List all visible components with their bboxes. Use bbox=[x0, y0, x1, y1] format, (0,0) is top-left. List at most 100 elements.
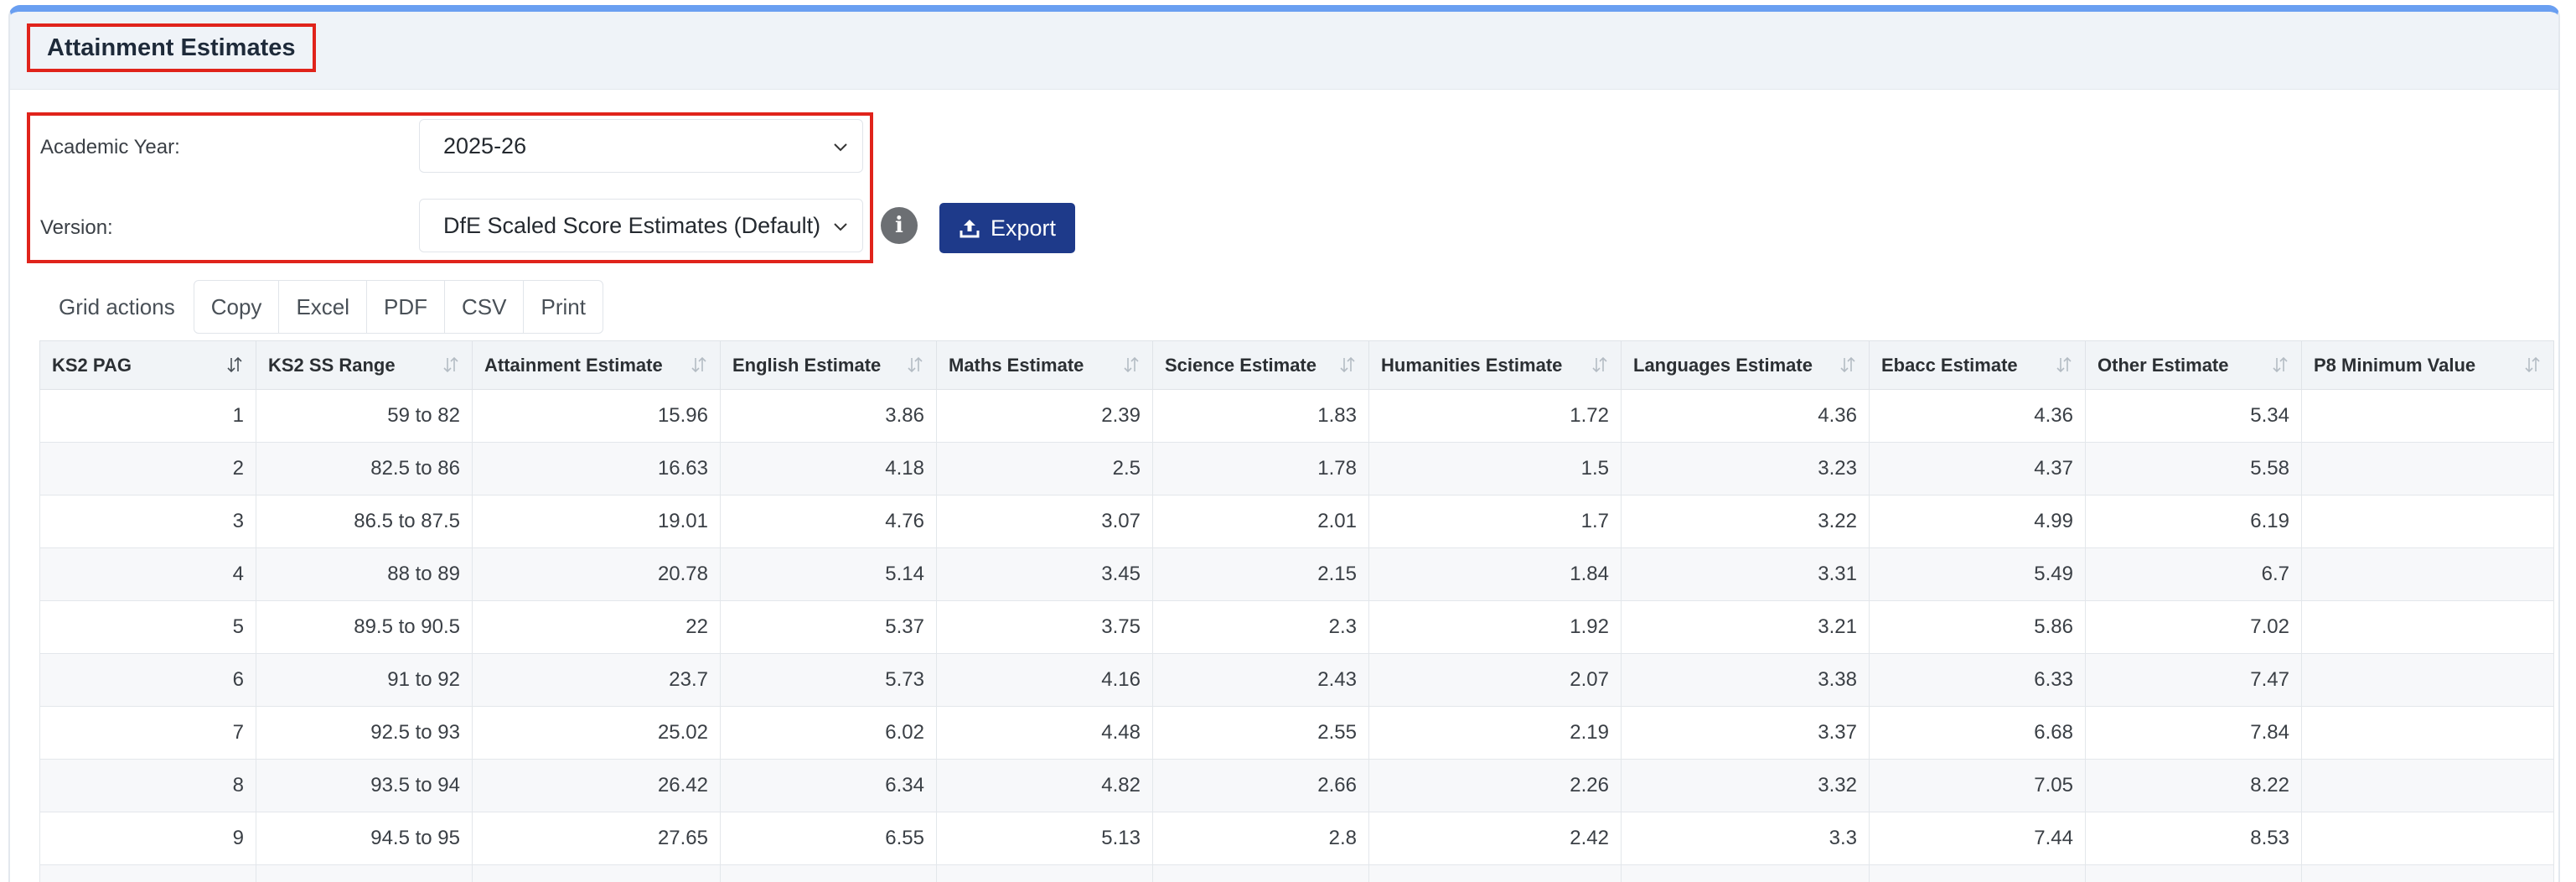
column-header[interactable]: Attainment Estimate bbox=[473, 341, 721, 390]
table-cell: 20.78 bbox=[473, 548, 721, 601]
table-cell: 4.82 bbox=[937, 760, 1153, 812]
table-cell: 3.45 bbox=[937, 548, 1153, 601]
table-cell bbox=[1870, 865, 2086, 882]
sort-icon[interactable] bbox=[2055, 355, 2073, 374]
table-header-row: KS2 PAGKS2 SS Range Attainment Estimate En… bbox=[40, 341, 2554, 390]
info-icon[interactable]: i bbox=[881, 207, 918, 244]
table-cell: 3.37 bbox=[1622, 707, 1870, 760]
column-header[interactable]: English Estimate bbox=[721, 341, 937, 390]
column-header[interactable]: Humanities Estimate bbox=[1369, 341, 1622, 390]
pdf-button[interactable]: PDF bbox=[367, 280, 445, 334]
csv-button[interactable]: CSV bbox=[445, 280, 524, 334]
sort-icon[interactable] bbox=[906, 355, 924, 374]
table-cell: 4.37 bbox=[1870, 443, 2086, 495]
table-cell: 4.36 bbox=[1622, 390, 1870, 443]
table-row[interactable]: 691 to 9223.75.734.162.432.073.386.337.4… bbox=[40, 654, 2554, 707]
table-cell: 19.01 bbox=[473, 495, 721, 548]
column-header[interactable]: Languages Estimate bbox=[1622, 341, 1870, 390]
table-cell: 26.42 bbox=[473, 760, 721, 812]
column-header-label: Maths Estimate bbox=[949, 355, 1084, 376]
column-header[interactable]: KS2 PAG bbox=[40, 341, 256, 390]
table-cell: 7.84 bbox=[2086, 707, 2302, 760]
table-row[interactable]: 488 to 8920.785.143.452.151.843.315.496.… bbox=[40, 548, 2554, 601]
table-row[interactable]: 994.5 to 9527.656.555.132.82.423.37.448.… bbox=[40, 812, 2554, 865]
column-header-label: Attainment Estimate bbox=[484, 355, 663, 376]
table-row[interactable] bbox=[40, 865, 2554, 882]
table-cell: 6.34 bbox=[721, 760, 937, 812]
table-cell: 4.76 bbox=[721, 495, 937, 548]
table-cell: 1.7 bbox=[1369, 495, 1622, 548]
column-header[interactable]: KS2 SS Range bbox=[256, 341, 473, 390]
table-cell: 4.48 bbox=[937, 707, 1153, 760]
table-row[interactable]: 589.5 to 90.5225.373.752.31.923.215.867.… bbox=[40, 601, 2554, 654]
grid-actions-label: Grid actions bbox=[40, 280, 194, 334]
table-cell: 7.47 bbox=[2086, 654, 2302, 707]
sort-ascending-icon[interactable] bbox=[225, 355, 244, 374]
table-cell: 2.19 bbox=[1369, 707, 1622, 760]
column-header[interactable]: Other Estimate bbox=[2086, 341, 2302, 390]
table-cell bbox=[2302, 601, 2554, 654]
table-cell: 6.55 bbox=[721, 812, 937, 865]
table-cell bbox=[2302, 495, 2554, 548]
table-cell: 3.38 bbox=[1622, 654, 1870, 707]
table-cell: 6.02 bbox=[721, 707, 937, 760]
table-cell bbox=[2302, 760, 2554, 812]
sort-icon[interactable] bbox=[2271, 355, 2289, 374]
table-cell: 8 bbox=[40, 760, 256, 812]
sort-icon[interactable] bbox=[1591, 355, 1609, 374]
table-cell bbox=[40, 865, 256, 882]
table-cell: 15.96 bbox=[473, 390, 721, 443]
chevron-down-icon bbox=[832, 138, 849, 155]
print-button[interactable]: Print bbox=[524, 280, 603, 334]
export-button[interactable]: Export bbox=[939, 203, 1075, 253]
table-cell bbox=[473, 865, 721, 882]
table-cell: 3.86 bbox=[721, 390, 937, 443]
table-cell: 3.31 bbox=[1622, 548, 1870, 601]
column-header[interactable]: Maths Estimate bbox=[937, 341, 1153, 390]
table-cell bbox=[2302, 443, 2554, 495]
version-select[interactable]: DfE Scaled Score Estimates (Default) bbox=[419, 199, 863, 252]
table-cell: 2.07 bbox=[1369, 654, 1622, 707]
column-header[interactable]: Science Estimate bbox=[1153, 341, 1369, 390]
attainment-panel: Attainment Estimates Academic Year: 2025… bbox=[8, 5, 2560, 882]
table-cell: 7.44 bbox=[1870, 812, 2086, 865]
chevron-down-icon bbox=[832, 218, 849, 235]
table-cell: 3.75 bbox=[937, 601, 1153, 654]
sort-icon[interactable] bbox=[442, 355, 460, 374]
copy-button[interactable]: Copy bbox=[194, 280, 280, 334]
table-row[interactable]: 159 to 8215.963.862.391.831.724.364.365.… bbox=[40, 390, 2554, 443]
table-cell bbox=[2302, 390, 2554, 443]
table-cell: 7.02 bbox=[2086, 601, 2302, 654]
sort-icon[interactable] bbox=[1839, 355, 1857, 374]
table-cell: 89.5 to 90.5 bbox=[256, 601, 473, 654]
academic-year-select[interactable]: 2025-26 bbox=[419, 119, 863, 173]
column-header-label: Science Estimate bbox=[1165, 355, 1316, 376]
table-cell: 8.22 bbox=[2086, 760, 2302, 812]
sort-icon[interactable] bbox=[1338, 355, 1357, 374]
table-row[interactable]: 893.5 to 9426.426.344.822.662.263.327.05… bbox=[40, 760, 2554, 812]
table-cell: 2.15 bbox=[1153, 548, 1369, 601]
table-cell: 2.66 bbox=[1153, 760, 1369, 812]
academic-year-label: Academic Year: bbox=[40, 136, 180, 159]
table-cell: 4 bbox=[40, 548, 256, 601]
column-header-label: Other Estimate bbox=[2098, 355, 2229, 376]
table-cell bbox=[256, 865, 473, 882]
table-cell bbox=[1153, 865, 1369, 882]
sort-icon[interactable] bbox=[2523, 355, 2542, 374]
table-row[interactable]: 792.5 to 9325.026.024.482.552.193.376.68… bbox=[40, 707, 2554, 760]
table-cell: 6 bbox=[40, 654, 256, 707]
table-cell: 3.21 bbox=[1622, 601, 1870, 654]
excel-button[interactable]: Excel bbox=[279, 280, 367, 334]
table-cell: 4.16 bbox=[937, 654, 1153, 707]
column-header-label: Humanities Estimate bbox=[1381, 355, 1562, 376]
table-row[interactable]: 282.5 to 8616.634.182.51.781.53.234.375.… bbox=[40, 443, 2554, 495]
table-row[interactable]: 386.5 to 87.519.014.763.072.011.73.224.9… bbox=[40, 495, 2554, 548]
table-cell bbox=[1622, 865, 1870, 882]
column-header[interactable]: P8 Minimum Value bbox=[2302, 341, 2554, 390]
table-cell: 23.7 bbox=[473, 654, 721, 707]
table-cell: 25.02 bbox=[473, 707, 721, 760]
table-cell: 6.19 bbox=[2086, 495, 2302, 548]
sort-icon[interactable] bbox=[690, 355, 708, 374]
column-header[interactable]: Ebacc Estimate bbox=[1870, 341, 2086, 390]
sort-icon[interactable] bbox=[1122, 355, 1141, 374]
